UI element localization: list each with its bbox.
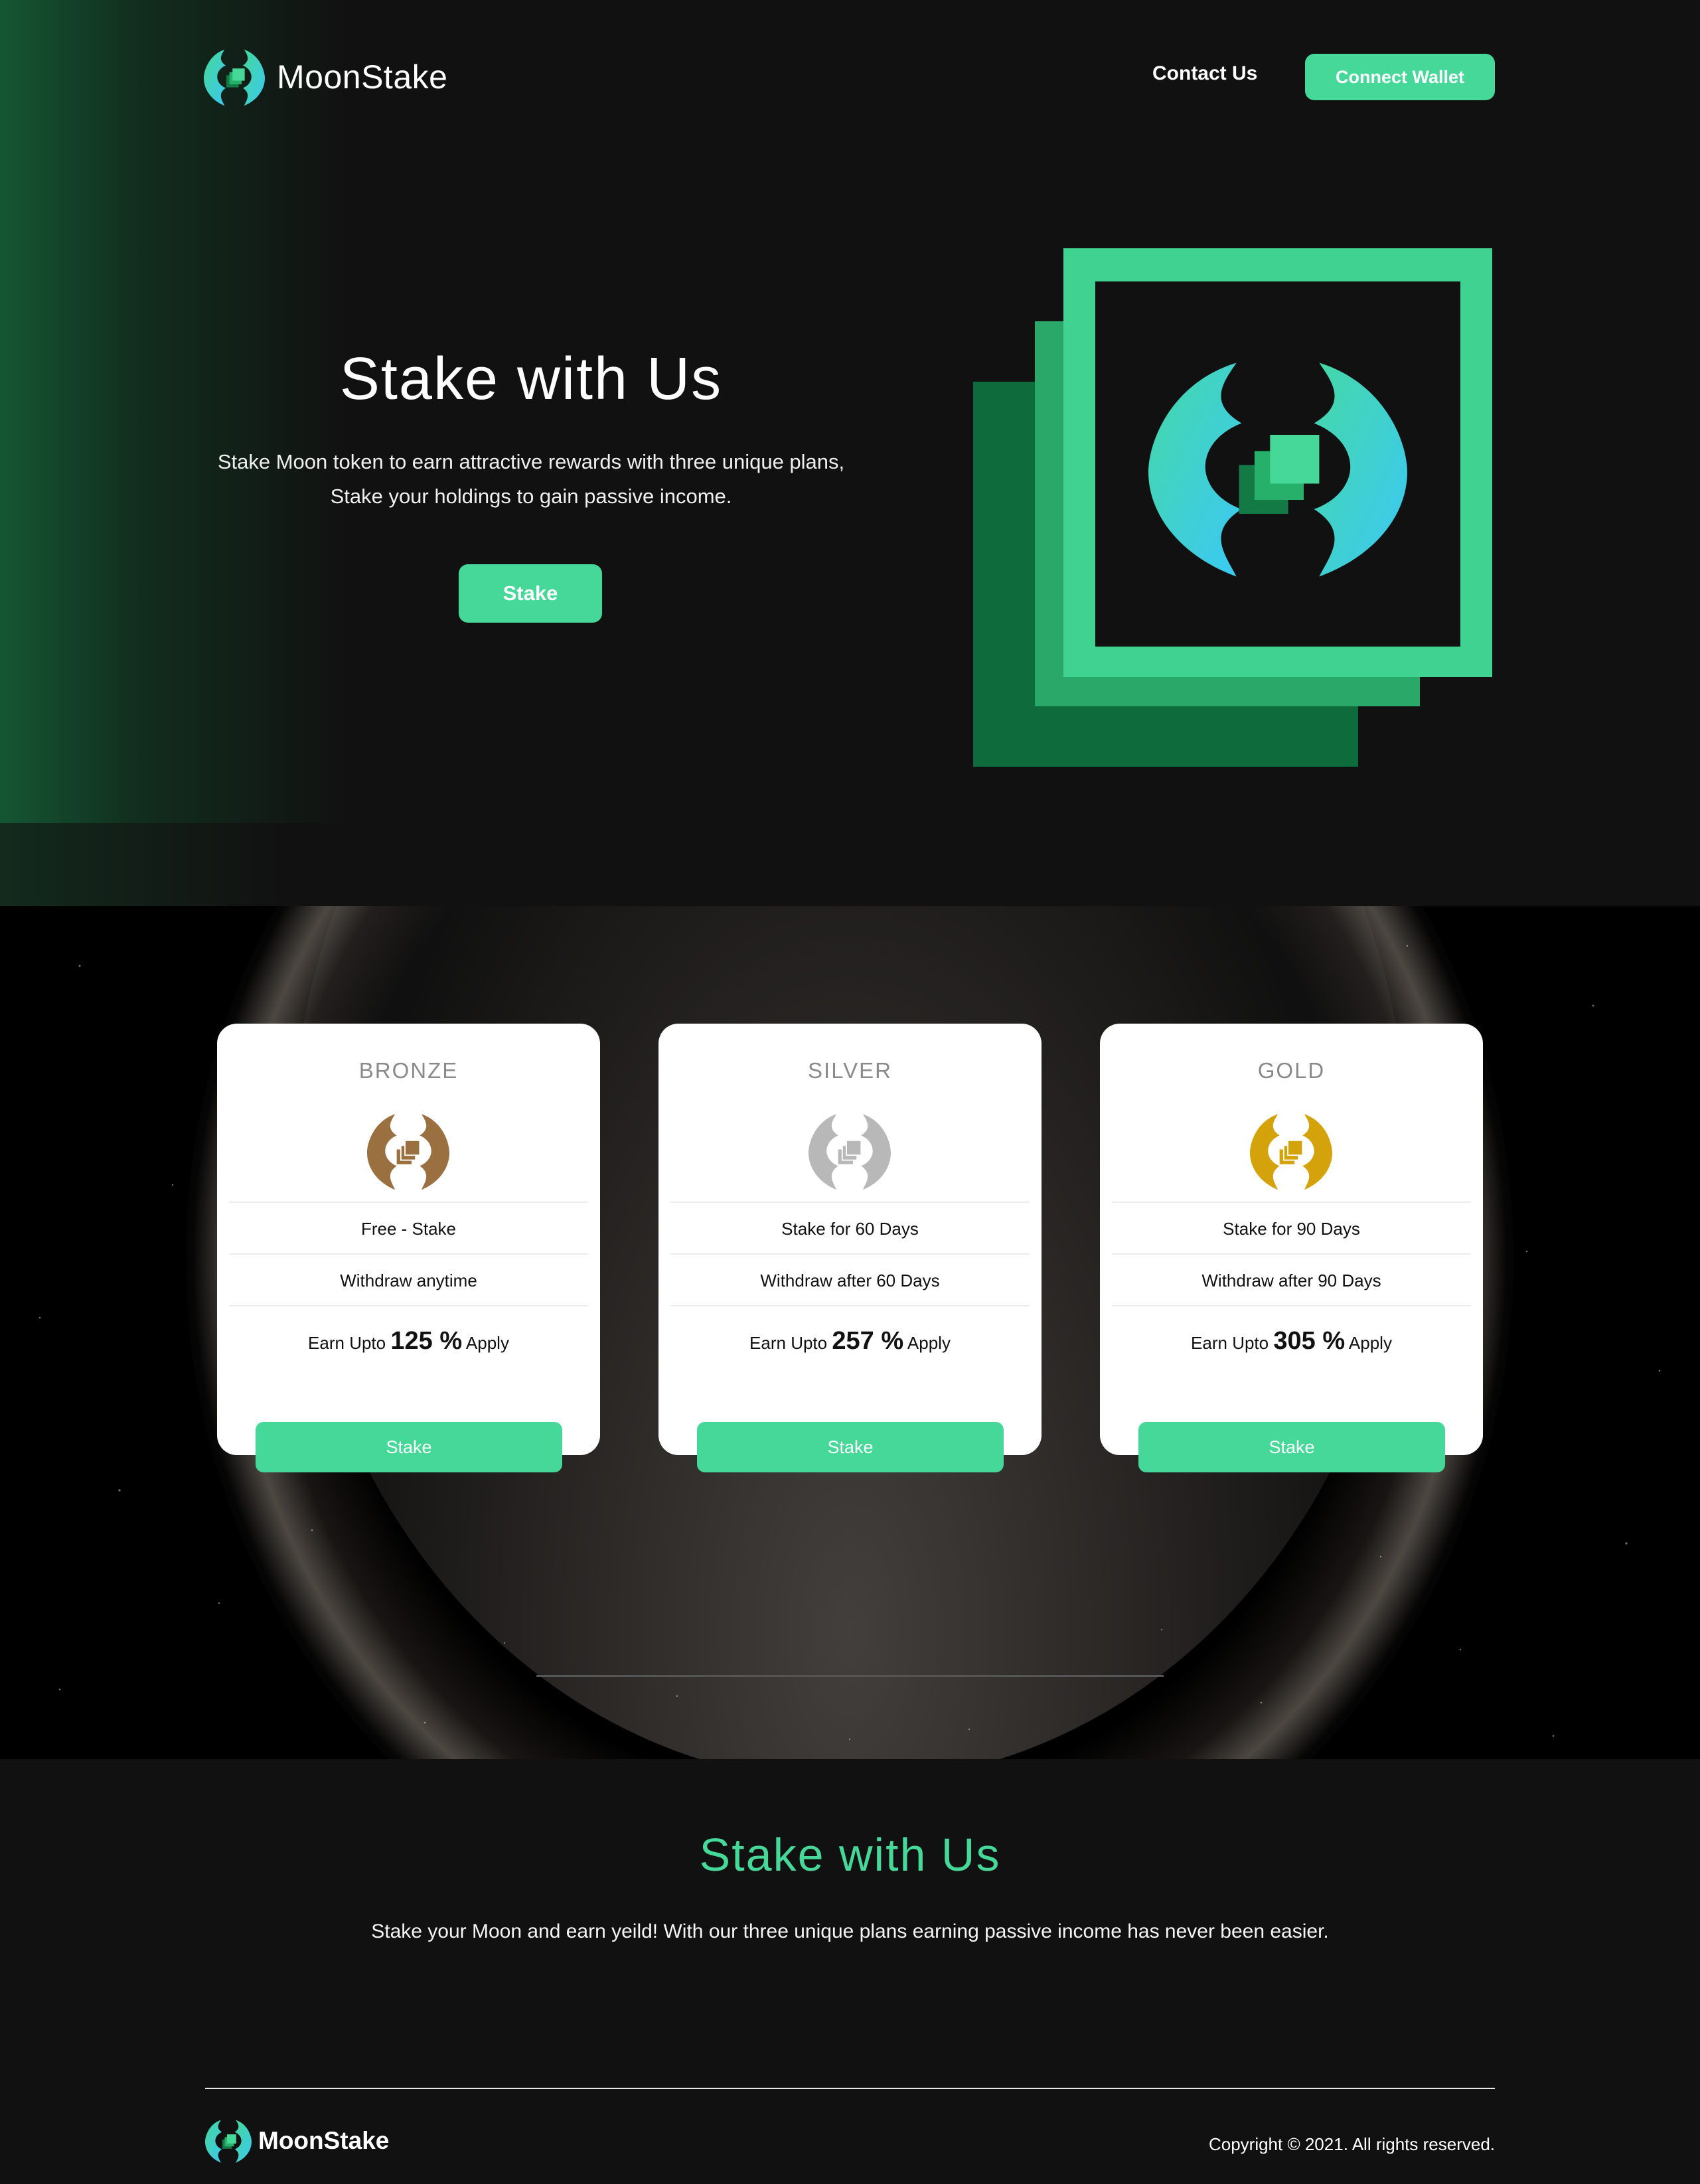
hero-section: MoonStake Contact Us Connect Wallet Stak… — [0, 0, 1700, 906]
plan-tier: BRONZE — [358, 1058, 459, 1083]
plan-card-gold: GOLD Stake for 90 Days Withdraw after 90… — [1100, 1024, 1483, 1472]
earn-suffix: Apply — [907, 1333, 951, 1353]
earn-value: 305 % — [1273, 1327, 1346, 1355]
section-divider — [536, 1675, 1164, 1677]
silver-moon-icon — [809, 1114, 891, 1190]
plan-withdraw: Withdraw after 60 Days — [670, 1253, 1030, 1306]
footer-logo[interactable]: MoonStake — [205, 2118, 389, 2164]
plan-card-bronze: BRONZE Free - Stake Withdraw anytime Ear… — [217, 1024, 600, 1472]
about-section: Stake with Us Stake your Moon and earn y… — [0, 1759, 1700, 2184]
gold-moon-icon — [1250, 1114, 1332, 1190]
about-subtitle: Stake your Moon and earn yeild! With our… — [371, 1920, 1329, 1942]
plan-earn: Earn Upto 125 % Apply — [229, 1305, 588, 1375]
earn-prefix: Earn Upto — [308, 1333, 386, 1353]
footer-divider — [205, 2088, 1495, 2089]
plans-section: BRONZE Free - Stake Withdraw anytime Ear… — [0, 906, 1700, 1759]
bronze-moon-icon — [367, 1114, 449, 1190]
brand-name: MoonStake — [277, 58, 448, 96]
plan-term: Stake for 90 Days — [1112, 1202, 1471, 1255]
hero-logo-illustration — [973, 248, 1492, 767]
plan-term: Stake for 60 Days — [670, 1202, 1030, 1255]
plan-tier: SILVER — [808, 1058, 892, 1083]
hero-title: Stake with Us — [339, 346, 723, 412]
plan-earn: Earn Upto 305 % Apply — [1112, 1305, 1471, 1375]
plan-term: Free - Stake — [229, 1202, 588, 1255]
plan-card-silver: SILVER Stake for 60 Days Withdraw after … — [658, 1024, 1042, 1472]
gold-stake-button[interactable]: Stake — [1138, 1422, 1445, 1472]
moonstake-logo-icon — [204, 46, 265, 108]
earn-suffix: Apply — [465, 1333, 509, 1353]
copyright-text: Copyright © 2021. All rights reserved. — [1208, 2134, 1495, 2154]
hero-subtitle: Stake Moon token to earn attractive rewa… — [217, 450, 845, 508]
moonstake-logo-icon — [205, 2118, 252, 2164]
silver-stake-button[interactable]: Stake — [697, 1422, 1004, 1472]
plan-tier: GOLD — [1257, 1058, 1326, 1083]
nav-contact-link[interactable]: Contact Us — [1152, 62, 1257, 85]
hero-glow-bottom — [0, 823, 279, 906]
earn-value: 257 % — [832, 1327, 904, 1355]
earn-suffix: Apply — [1348, 1333, 1392, 1353]
earn-prefix: Earn Upto — [749, 1333, 828, 1353]
header-logo[interactable]: MoonStake — [204, 46, 447, 108]
plan-withdraw: Withdraw anytime — [229, 1253, 588, 1306]
plan-earn: Earn Upto 257 % Apply — [670, 1305, 1030, 1375]
earn-value: 125 % — [390, 1327, 463, 1355]
bronze-stake-button[interactable]: Stake — [256, 1422, 562, 1472]
plan-withdraw: Withdraw after 90 Days — [1112, 1253, 1471, 1306]
footer-brand-name: MoonStake — [258, 2127, 390, 2154]
connect-wallet-button[interactable]: Connect Wallet — [1305, 54, 1495, 100]
hero-stake-button[interactable]: Stake — [459, 564, 602, 623]
about-title: Stake with Us — [699, 1829, 1001, 1881]
earn-prefix: Earn Upto — [1191, 1333, 1269, 1353]
